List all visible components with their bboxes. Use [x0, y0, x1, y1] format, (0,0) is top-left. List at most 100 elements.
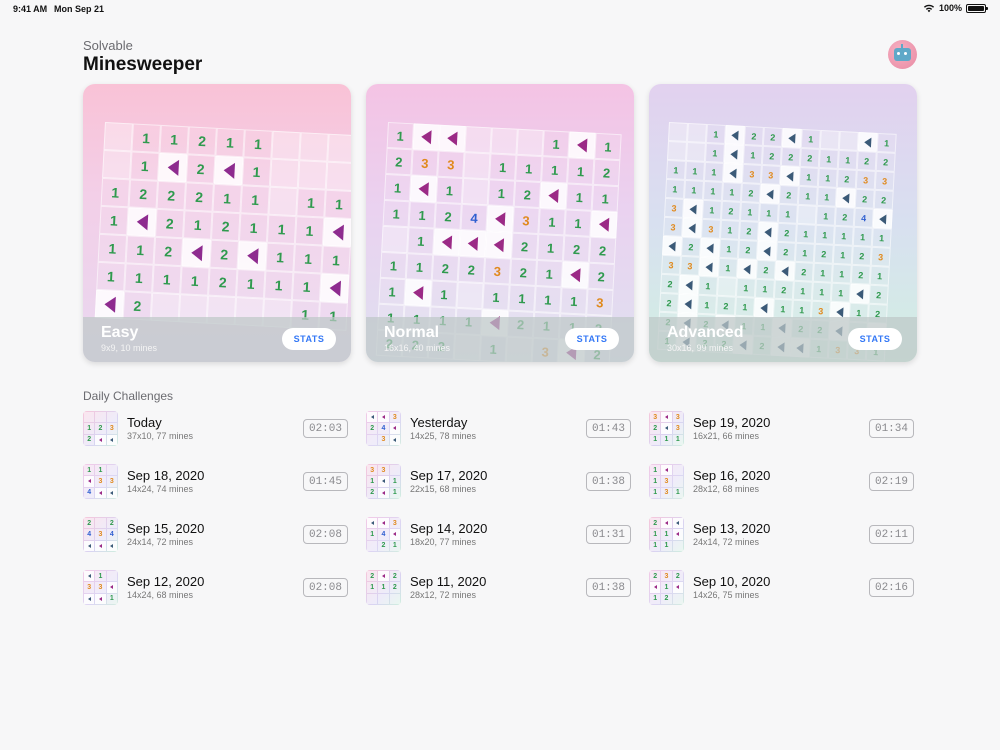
board-cell: [381, 225, 409, 254]
mode-card-advanced[interactable]: 1221111222112211133112331111221122312111…: [649, 84, 917, 362]
board-cell: 2: [775, 241, 796, 262]
board-cell: 2: [187, 126, 217, 156]
board-cell: 1: [797, 185, 818, 206]
challenge-title: Sep 12, 2020: [127, 574, 205, 589]
daily-challenge-item[interactable]: 2 1 1 1 1 Sep 13, 2020 24x14, 72 mines 02:11: [649, 516, 917, 554]
board-cell: [325, 161, 351, 192]
challenge-detail: 14x25, 78 mines: [410, 431, 477, 441]
board-cell: 3: [663, 216, 684, 237]
thumbnail-cell: 1: [389, 476, 400, 487]
challenge-detail: 28x12, 68 mines: [693, 484, 760, 494]
flag-icon: [684, 298, 692, 309]
board-cell: [299, 132, 329, 162]
stats-button-advanced[interactable]: STATS: [848, 328, 902, 350]
flag-icon: [190, 244, 203, 262]
card-footer: Normal 16x16, 40 mines STATS: [366, 317, 634, 362]
mode-card-normal[interactable]: 1112331111211121111243111212211223212111…: [366, 84, 634, 362]
stats-button-normal[interactable]: STATS: [565, 328, 619, 350]
board-cell: 1: [263, 270, 294, 301]
board-cell: 2: [660, 273, 681, 294]
best-time-badge: 01:31: [585, 525, 631, 544]
thumbnail-cell: [95, 412, 106, 423]
daily-challenge-item[interactable]: 2 2 1 1 2 Sep 11, 2020 28x12, 72 mines 01:38: [366, 569, 634, 607]
challenge-title: Today: [127, 415, 162, 430]
thumbnail-cell: 1: [389, 540, 400, 551]
challenge-title: Sep 13, 2020: [693, 521, 771, 536]
board-cell: 3: [512, 206, 540, 235]
board-cell: 3: [855, 169, 876, 190]
challenge-title: Sep 18, 2020: [127, 468, 205, 483]
board-cell: 1: [701, 199, 722, 220]
board-cell: 1: [717, 257, 738, 278]
board-cell: 2: [434, 202, 462, 230]
board-cell: 1: [777, 203, 798, 224]
flag-icon: [328, 279, 341, 297]
daily-challenge-item[interactable]: 2 2 4 3 4 Sep 15, 2020 24x14, 72 mines 02:08: [83, 516, 351, 554]
flag-icon: [367, 412, 378, 423]
thumbnail-cell: [672, 593, 683, 604]
flag-icon: [446, 131, 458, 146]
thumbnail-cell: 4: [378, 423, 389, 434]
card-footer: Advanced 30x16, 99 mines STATS: [649, 317, 917, 362]
daily-challenge-item[interactable]: 3 2 4 3 Yesterday 14x25, 78 mines 01:43: [366, 410, 634, 448]
battery-percent: 100%: [938, 3, 962, 13]
best-time-badge: 02:11: [868, 525, 914, 544]
board-cell: 2: [659, 292, 680, 313]
board-cell: 1: [871, 227, 892, 248]
board-cell: 1: [130, 151, 160, 181]
board-cell: 1: [99, 205, 129, 236]
flag-icon: [878, 213, 887, 224]
challenge-detail: 16x21, 66 mines: [693, 431, 760, 441]
flag-icon: [569, 267, 581, 283]
daily-challenge-item[interactable]: 1 2 3 2 Today 37x10, 77 mines 02:03: [83, 410, 351, 448]
board-cell: 1: [837, 149, 858, 170]
daily-challenge-item[interactable]: 1 1 3 1 3 1 Sep 16, 2020 28x12, 68 mines 02:19: [649, 463, 917, 501]
board-cell: 2: [562, 235, 591, 263]
flag-icon: [84, 571, 95, 582]
board-cell: 1: [565, 183, 593, 211]
board-cell: 2: [762, 126, 783, 147]
board-cell: 1: [382, 199, 410, 228]
thumbnail-cell: 2: [661, 593, 672, 604]
board-cell: 1: [734, 296, 755, 317]
board-preview: 1121112112221111121211111221111111211121…: [94, 122, 351, 331]
thumbnail-cell: 1: [661, 434, 672, 445]
stats-button-easy[interactable]: STATS: [282, 328, 336, 350]
board-cell: [268, 186, 298, 217]
flag-icon: [781, 265, 789, 276]
daily-challenge-item[interactable]: 1 1 3 3 4 Sep 18, 2020 14x24, 74 mines 01:45: [83, 463, 351, 501]
board-cell: 1: [536, 234, 565, 262]
flagged-cell: [698, 256, 719, 277]
flag-icon: [378, 571, 389, 582]
board-cell: 1: [719, 219, 740, 240]
thumbnail-cell: 2: [367, 487, 378, 498]
best-time-badge: 02:03: [302, 419, 348, 438]
thumbnail-cell: 2: [95, 423, 106, 434]
thumbnail-cell: 1: [650, 434, 661, 445]
daily-challenge-item[interactable]: 2 3 2 1 1 2 Sep 10, 2020 14x26, 75 mines 02:16: [649, 569, 917, 607]
flagged-cell: [157, 152, 188, 183]
flag-icon: [672, 582, 683, 593]
flagged-cell: [127, 207, 157, 237]
daily-challenge-item[interactable]: 3 3 1 1 2 1 Sep 17, 2020 22x15, 68 mines 01:38: [366, 463, 634, 501]
flagged-cell: [781, 127, 802, 148]
flagged-cell: [779, 165, 800, 186]
board-cell: 1: [407, 227, 435, 255]
daily-challenge-item[interactable]: 3 3 2 3 1 1 1 Sep 19, 2020 16x21, 66 mines 01:34: [649, 410, 917, 448]
daily-challenge-item[interactable]: 3 1 4 2 1 Sep 14, 2020 18x20, 77 mines 01:31: [366, 516, 634, 554]
daily-challenge-item[interactable]: 1 3 3 1 Sep 12, 2020 14x24, 68 mines 02:08: [83, 569, 351, 607]
board-cell: 1: [152, 264, 182, 295]
thumbnail-cell: 1: [650, 476, 661, 487]
thumbnail-cell: 1: [650, 529, 661, 540]
board-cell: 1: [508, 284, 536, 312]
thumbnail-cell: 3: [672, 423, 683, 434]
avatar[interactable]: [888, 40, 917, 69]
flag-icon: [729, 167, 737, 179]
board-cell: 1: [538, 208, 566, 236]
board-cell: 1: [567, 157, 595, 185]
board-cell: 1: [489, 153, 517, 181]
mode-card-easy[interactable]: 1121112112221111121211111221111111211121…: [83, 84, 351, 362]
board-cell: 1: [742, 144, 763, 165]
thumbnail-cell: 2: [378, 540, 389, 551]
board-cell: 1: [818, 148, 839, 169]
